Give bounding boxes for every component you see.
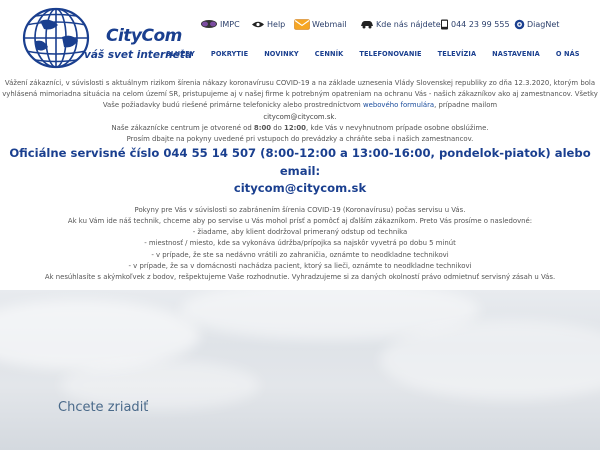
service-rule-4: - v prípade, že sa v domácnosti nachádza… <box>128 261 472 270</box>
service-email[interactable]: citycom@citycom.sk <box>0 180 600 198</box>
car-icon <box>361 21 373 29</box>
hours-from: 8:00 <box>253 123 272 132</box>
impc-label: IMPC <box>220 19 240 29</box>
covid-notice: Vážení zákazníci, v súvislosti s aktuáln… <box>0 78 600 290</box>
impc-icon <box>201 20 217 28</box>
email-link[interactable]: citycom@citycom.sk <box>263 113 334 121</box>
service-rule-1: - žiadame, aby klient dodržoval primeran… <box>192 228 408 237</box>
notice-paragraph-1: Vážení zákazníci, v súvislosti s aktuáln… <box>0 78 600 123</box>
impc-link[interactable]: IMPC <box>200 19 240 29</box>
help-label: Help <box>267 19 286 29</box>
envelope-icon <box>294 18 310 30</box>
main-nav: SLUŽBY POKRYTIE NOVINKY CENNÍK TELEFONOV… <box>158 50 588 58</box>
nav-telefonovanie[interactable]: TELEFONOVANIE <box>351 50 429 58</box>
nav-nastavenia[interactable]: NASTAVENIA <box>484 50 548 58</box>
notice-hours-intro: Naše zákaznícke centrum je otvorené od <box>111 123 254 132</box>
web-form-link[interactable]: webového formulára <box>363 101 434 109</box>
site-header: CityCom váš svet internetu IMPC Help Web… <box>0 0 600 78</box>
nav-cennik[interactable]: CENNÍK <box>307 50 352 58</box>
hours-to: 12:00 <box>284 123 306 132</box>
notice-text-1c: . <box>334 112 337 121</box>
hero-title: Chcete zriadiť <box>58 400 149 415</box>
webmail-link[interactable]: Webmail <box>294 18 347 30</box>
notice-paragraph-3: Prosím dbajte na pokyny uvedené pri vstu… <box>126 135 474 144</box>
nav-sluzby[interactable]: SLUŽBY <box>158 50 203 58</box>
phone-link[interactable]: 044 23 99 555 <box>440 19 510 30</box>
top-links: IMPC Help Webmail Kde nás nájdete 044 23… <box>196 16 596 32</box>
phone-icon <box>441 19 448 29</box>
webmail-label: Webmail <box>312 19 347 29</box>
service-rule-3: - v prípade, že ste sa nedávno vrátili z… <box>151 250 449 259</box>
eye-icon <box>252 21 264 27</box>
nav-televizia[interactable]: TELEVÍZIA <box>430 50 485 58</box>
nav-novinky[interactable]: NOVINKY <box>256 50 307 58</box>
kde-label: Kde nás nájdete <box>376 19 441 29</box>
notice-hours-end: , kde Vás v nevyhnutnom prípade osobne o… <box>305 123 489 132</box>
diagnet-link[interactable]: DiagNet <box>514 19 559 30</box>
hero-banner: Chcete zriadiť <box>0 290 600 450</box>
service-instructions-intro: Ak ku Vám ide náš technik, chceme aby po… <box>67 216 533 225</box>
diagnet-icon <box>514 19 525 29</box>
diagnet-label: DiagNet <box>527 19 560 29</box>
notice-text-1b: , prípadne mailom <box>434 101 498 110</box>
help-link[interactable]: Help <box>251 20 285 29</box>
nav-o-nas[interactable]: O NÁS <box>548 50 588 58</box>
service-number-line: Oficiálne servisné číslo 044 55 14 507 (… <box>9 146 591 178</box>
notice-text-1: Vážení zákazníci, v súvislosti s aktuáln… <box>2 79 598 110</box>
service-instructions-title: Pokyny pre Vás v súvislosti so zabránení… <box>134 205 466 214</box>
nav-pokrytie[interactable]: POKRYTIE <box>203 50 256 58</box>
hours-mid: do <box>271 123 285 132</box>
notice-paragraph-2: Naše zákaznícke centrum je otvorené od 8… <box>0 123 600 134</box>
phone-label: 044 23 99 555 <box>451 19 510 29</box>
service-disclaimer: Ak nesúhlasíte s akýmkoľvek z bodov, reš… <box>44 272 556 281</box>
service-rule-2: - miestnosť / miesto, kde sa vykonáva úd… <box>144 239 456 248</box>
brand-name: CityCom <box>106 26 182 46</box>
citycom-logo[interactable]: CityCom váš svet internetu <box>22 7 192 69</box>
kde-nas-najdete-link[interactable]: Kde nás nájdete <box>360 19 441 29</box>
